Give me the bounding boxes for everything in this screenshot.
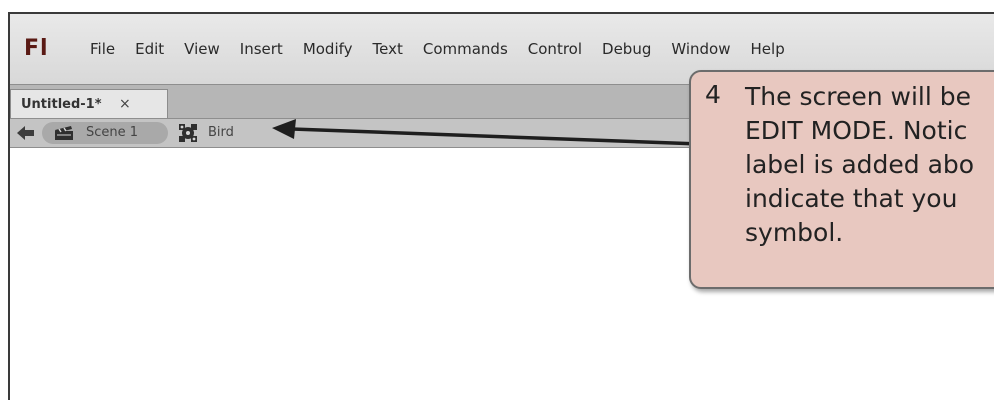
- scene-breadcrumb-label[interactable]: Scene 1: [86, 125, 138, 140]
- back-arrow-icon[interactable]: [16, 124, 36, 142]
- menu-help[interactable]: Help: [751, 40, 785, 60]
- menu-modify[interactable]: Modify: [303, 40, 353, 60]
- instruction-callout: 4 The screen will be EDIT MODE. Notic la…: [689, 70, 994, 289]
- menu-text[interactable]: Text: [373, 40, 403, 60]
- callout-step-number: 4: [705, 80, 721, 109]
- callout-line: indicate that you: [745, 184, 958, 213]
- clapperboard-icon: [55, 126, 73, 140]
- menu-items: File Edit View Insert Modify Text Comman…: [90, 40, 805, 60]
- menu-file[interactable]: File: [90, 40, 115, 60]
- callout-text: The screen will be EDIT MODE. Notic labe…: [745, 80, 994, 250]
- menu-debug[interactable]: Debug: [602, 40, 651, 60]
- menu-view[interactable]: View: [184, 40, 220, 60]
- menu-commands[interactable]: Commands: [423, 40, 508, 60]
- callout-line: label is added abo: [745, 150, 975, 179]
- movie-clip-symbol-icon: [179, 124, 197, 142]
- document-tab[interactable]: Untitled-1* ×: [10, 89, 168, 119]
- callout-line: EDIT MODE. Notic: [745, 116, 968, 145]
- close-tab-icon[interactable]: ×: [119, 96, 131, 112]
- menu-insert[interactable]: Insert: [240, 40, 283, 60]
- callout-line: symbol.: [745, 218, 844, 247]
- flash-logo: Fl: [24, 36, 49, 61]
- symbol-breadcrumb-label[interactable]: Bird: [208, 125, 234, 140]
- callout-line: The screen will be: [745, 82, 971, 111]
- menu-edit[interactable]: Edit: [135, 40, 164, 60]
- menu-control[interactable]: Control: [528, 40, 582, 60]
- menu-window[interactable]: Window: [671, 40, 730, 60]
- document-tab-label: Untitled-1*: [21, 97, 102, 112]
